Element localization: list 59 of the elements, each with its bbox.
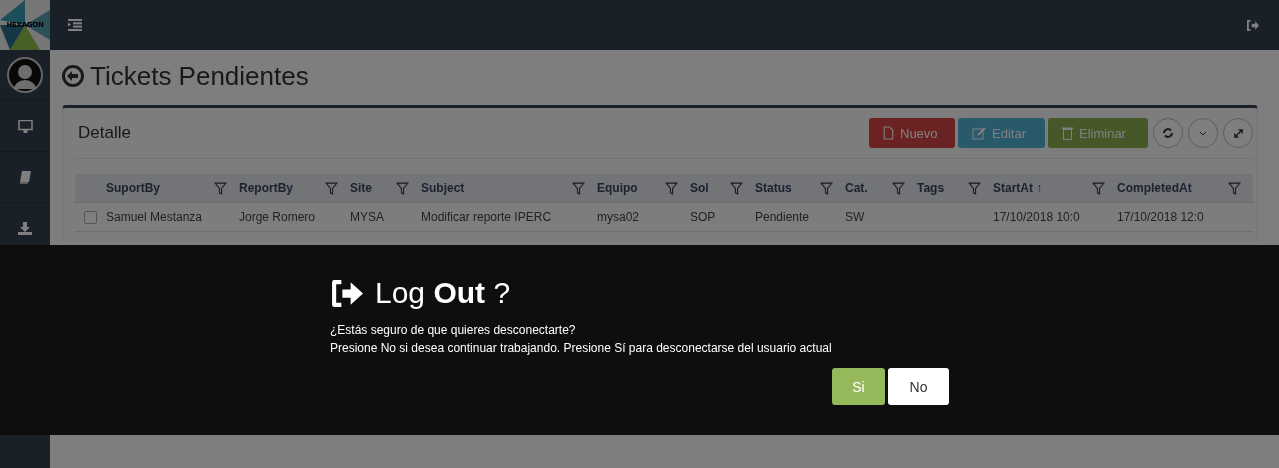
trash-icon	[1062, 126, 1073, 140]
monitor-icon[interactable]	[17, 119, 33, 133]
column-header[interactable]: CompletedAt	[1117, 181, 1192, 195]
filter-icon[interactable]	[325, 181, 338, 195]
filter-icon[interactable]	[820, 181, 833, 195]
logout-icon[interactable]	[1246, 19, 1259, 31]
delete-button[interactable]: Eliminar	[1048, 118, 1148, 148]
dialog-message: ¿Estás seguro de que quieres desconectarte?	[330, 322, 577, 339]
table-cell: MYSA	[350, 210, 384, 224]
table-cell: SOP	[690, 210, 716, 224]
menu-icon[interactable]	[68, 19, 82, 31]
column-header[interactable]: Status	[755, 181, 792, 195]
filter-icon[interactable]	[665, 181, 678, 195]
expand-icon	[1232, 127, 1244, 139]
dialog-title: Log Out ?	[375, 276, 511, 310]
column-header[interactable]: Sol	[690, 181, 709, 195]
filter-icon[interactable]	[572, 181, 585, 195]
row-checkbox[interactable]	[84, 210, 97, 224]
book-icon[interactable]	[19, 170, 31, 184]
column-header[interactable]: ReportBy	[239, 181, 293, 195]
filter-icon[interactable]	[892, 181, 905, 195]
table-cell: Modificar reporte IPERC	[421, 210, 552, 224]
filter-icon[interactable]	[1092, 181, 1105, 195]
column-header[interactable]: Equipo	[597, 181, 638, 195]
column-header[interactable]: Subject	[421, 181, 465, 195]
table-cell: Jorge Romero	[239, 210, 316, 224]
table-cell: SW	[845, 210, 865, 224]
refresh-icon	[1162, 127, 1174, 139]
page-title: Tickets Pendientes	[90, 60, 309, 92]
column-header[interactable]: Tags	[917, 181, 945, 195]
column-header[interactable]: StartAt ↑	[993, 181, 1043, 195]
confirm-button[interactable]: Si	[832, 368, 885, 405]
logout-icon	[330, 279, 363, 307]
column-header[interactable]: Cat.	[845, 181, 868, 195]
file-icon	[883, 126, 894, 140]
panel-title: Detalle	[78, 123, 131, 143]
table-cell: Samuel Mestanza	[106, 210, 203, 224]
chevron-down-icon	[1199, 130, 1207, 136]
new-button[interactable]: Nuevo	[869, 118, 955, 148]
avatar-icon[interactable]	[7, 57, 43, 93]
edit-button[interactable]: Editar	[958, 118, 1045, 148]
table-cell: 17/10/2018 10:0	[993, 210, 1080, 224]
filter-icon[interactable]	[396, 181, 409, 195]
filter-icon[interactable]	[214, 181, 227, 195]
filter-icon[interactable]	[730, 181, 743, 195]
back-icon[interactable]	[62, 65, 84, 87]
table-cell: mysa02	[597, 210, 640, 224]
refresh-button[interactable]	[1153, 118, 1183, 148]
cancel-button[interactable]: No	[888, 368, 949, 405]
column-header[interactable]: Site	[350, 181, 372, 195]
dialog-message: Presione No si desea continuar trabajando. Presione Sí para desconectarse del usuario actual	[330, 340, 833, 357]
column-header[interactable]: SuportBy	[106, 181, 160, 195]
filter-icon[interactable]	[1228, 181, 1241, 195]
edit-icon	[972, 126, 986, 140]
download-icon[interactable]	[18, 221, 32, 235]
table-cell: 17/10/2018 12:0	[1117, 210, 1204, 224]
table-cell: Pendiente	[755, 210, 810, 224]
expand-button[interactable]	[1223, 118, 1253, 148]
filter-icon[interactable]	[968, 181, 981, 195]
